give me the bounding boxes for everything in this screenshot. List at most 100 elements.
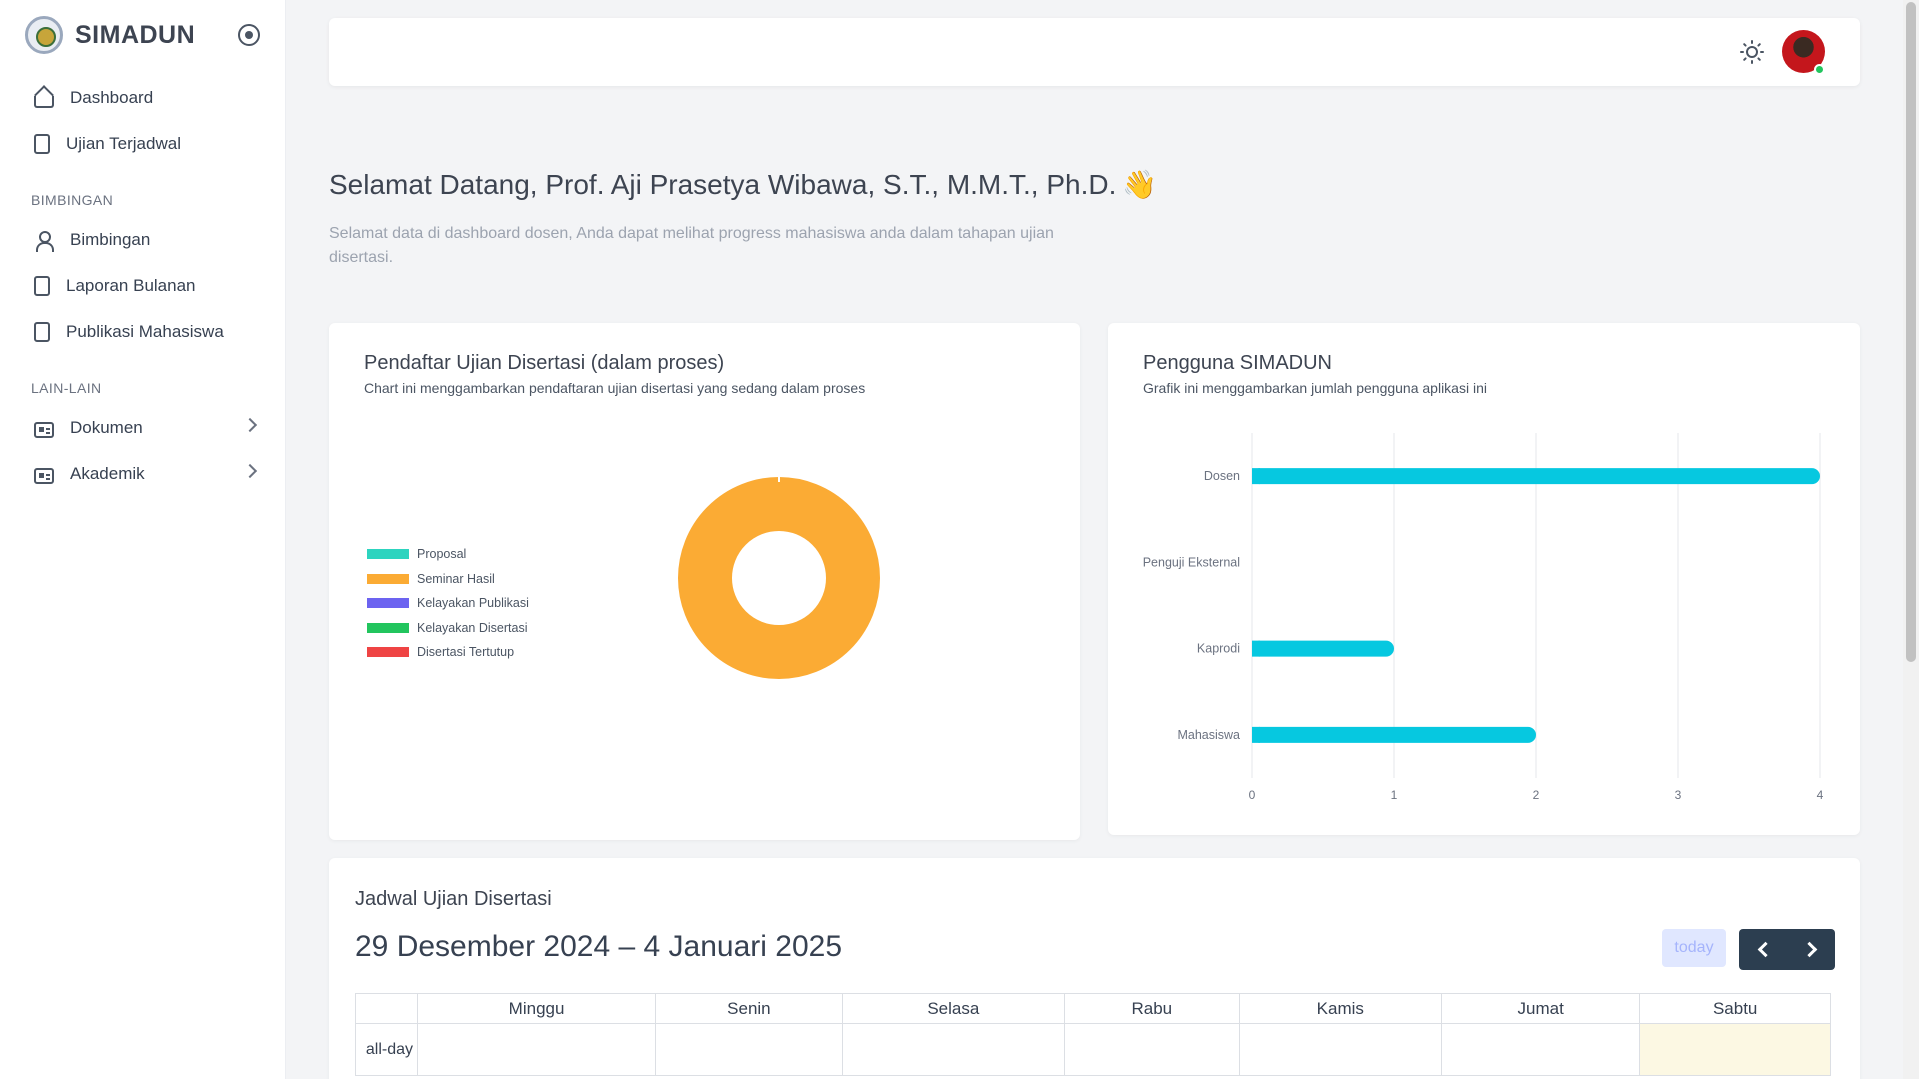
day-header-selasa: Selasa [841,993,1065,1024]
sidebar-item-dashboard[interactable]: Dashboard [25,78,265,118]
day-header-minggu: Minggu [416,993,657,1024]
legend-item[interactable]: Kelayakan Publikasi [367,596,529,610]
legend-swatch [367,622,409,633]
calendar-date-range: 29 Desember 2024 – 4 Januari 2025 [355,930,843,963]
legend-item[interactable]: Seminar Hasil [367,572,495,586]
legend-label: Proposal [417,547,467,561]
sidebar-item-publikasi-mahasiswa[interactable]: Publikasi Mahasiswa [25,312,265,352]
sidebar-item-label: Bimbingan [70,230,151,249]
allday-cell[interactable] [1440,1023,1641,1076]
allday-cell[interactable] [416,1023,657,1076]
y-category-label: Dosen [1204,469,1240,483]
welcome-heading: Selamat Datang, Prof. Aji Prasetya Wibaw… [329,168,1157,201]
sidebar-toggle-icon[interactable] [238,24,260,46]
sidebar-item-label: Laporan Bulanan [66,276,196,295]
horizontal-bar-chart: 0 1 2 3 4 Dosen Penguji Eksternal Kaprodi Mahasi… [1143,433,1824,802]
calendar-title: Jadwal Ujian Disertasi [355,888,552,910]
wave-emoji: 👋 [1122,169,1158,200]
legend-label: Kelayakan Publikasi [417,596,529,610]
theme-toggle-sun-icon[interactable] [1740,40,1764,64]
online-status-indicator [1814,64,1825,75]
allday-cell-today[interactable] [1639,1023,1831,1076]
legend-swatch [367,647,409,657]
bar-base [1252,468,1260,485]
legend-swatch [367,598,409,608]
x-tick-label: 1 [1391,788,1398,802]
prev-week-button[interactable] [1739,929,1787,970]
calendar-grid: Minggu Senin Selasa Rabu Kamis Jumat Sab… [355,993,1831,1076]
bar-base [1252,726,1260,743]
sidebar-item-ujian-terjadwal[interactable]: Ujian Terjadwal [25,124,265,164]
day-header-senin: Senin [655,993,843,1024]
donut-chart [678,428,880,679]
bar-mahasiswa[interactable] [1252,726,1536,743]
allday-cell[interactable] [1063,1023,1240,1076]
chevron-right-icon [242,463,258,479]
sidebar-item-laporan-bulanan[interactable]: Laporan Bulanan [25,266,265,306]
sidebar-item-akademik[interactable]: Akademik [25,454,265,494]
sidebar-item-label: Dashboard [70,88,154,107]
university-logo [25,16,63,54]
y-category-label: Mahasiswa [1177,728,1240,742]
app-name: SIMADUN [75,20,196,49]
bar-chart-card: Pengguna SIMADUN Grafik ini menggambarka… [1108,323,1860,835]
allday-cell[interactable] [655,1023,843,1076]
day-header-sabtu: Sabtu [1639,993,1831,1024]
file-icon [34,322,50,342]
donut-slice-seminar-hasil[interactable] [678,477,880,679]
legend-item[interactable]: Disertasi Tertutup [367,645,514,659]
id-card-icon [34,422,54,438]
card-subtitle: Chart ini menggambarkan pendaftaran ujia… [364,380,866,396]
y-category-label: Penguji Eksternal [1143,555,1240,569]
brand[interactable]: SIMADUN [25,16,195,54]
calendar-corner [355,993,418,1024]
donut-chart-card: Pendaftar Ujian Disertasi (dalam proses)… [329,323,1080,840]
chevron-left-icon [1757,941,1773,958]
chevron-right-icon [242,417,258,433]
next-week-button[interactable] [1787,929,1835,970]
bar-dosen[interactable] [1252,468,1820,485]
sidebar: SIMADUN Dashboard Ujian Terjadwal BIMBIN… [0,0,286,1079]
sidebar-item-bimbingan[interactable]: Bimbingan [25,220,265,260]
card-title: Pendaftar Ujian Disertasi (dalam proses) [364,352,725,374]
id-card-icon [34,468,54,484]
sidebar-item-label: Publikasi Mahasiswa [66,322,224,341]
sidebar-item-dokumen[interactable]: Dokumen [25,408,265,448]
calendar-card: Jadwal Ujian Disertasi 29 Desember 2024 … [329,858,1860,1079]
day-header-kamis: Kamis [1238,993,1442,1024]
legend-item[interactable]: Kelayakan Disertasi [367,621,527,635]
legend-item[interactable]: Proposal [367,547,466,561]
top-navbar [329,18,1860,86]
x-tick-label: 0 [1249,788,1256,802]
bar-kaprodi[interactable] [1252,640,1394,657]
legend-swatch [367,549,409,559]
allday-cell[interactable] [841,1023,1065,1076]
bar-base [1252,640,1260,657]
legend-label: Seminar Hasil [417,571,495,586]
sidebar-item-label: Ujian Terjadwal [66,134,181,153]
page-scrollbar[interactable] [1903,0,1919,1079]
sidebar-item-label: Akademik [70,464,145,483]
today-button[interactable]: today [1662,929,1726,967]
x-tick-label: 2 [1533,788,1540,802]
welcome-title: Selamat Datang, Prof. Aji Prasetya Wibaw… [329,169,1117,200]
x-tick-label: 4 [1817,788,1824,802]
welcome-subtitle: Selamat data di dashboard dosen, Anda da… [329,225,1054,266]
legend-label: Kelayakan Disertasi [417,620,528,635]
legend-label: Disertasi Tertutup [417,645,515,659]
calendar-header-row: Minggu Senin Selasa Rabu Kamis Jumat Sab… [355,993,1831,1024]
legend-swatch [367,573,409,584]
x-tick-label: 3 [1675,788,1682,802]
clipboard-clock-icon [34,276,50,296]
section-label-lain-lain: LAIN-LAIN [31,380,102,396]
user-icon [34,230,54,252]
y-category-label: Kaprodi [1197,642,1240,656]
scrollbar-thumb[interactable] [1906,2,1916,662]
day-header-jumat: Jumat [1440,993,1641,1024]
allday-label: all-day [355,1023,418,1076]
chevron-right-icon [1801,941,1817,958]
allday-cell[interactable] [1238,1023,1442,1076]
home-icon [34,96,54,108]
document-icon [34,134,50,154]
allday-row: all-day [355,1023,1831,1076]
